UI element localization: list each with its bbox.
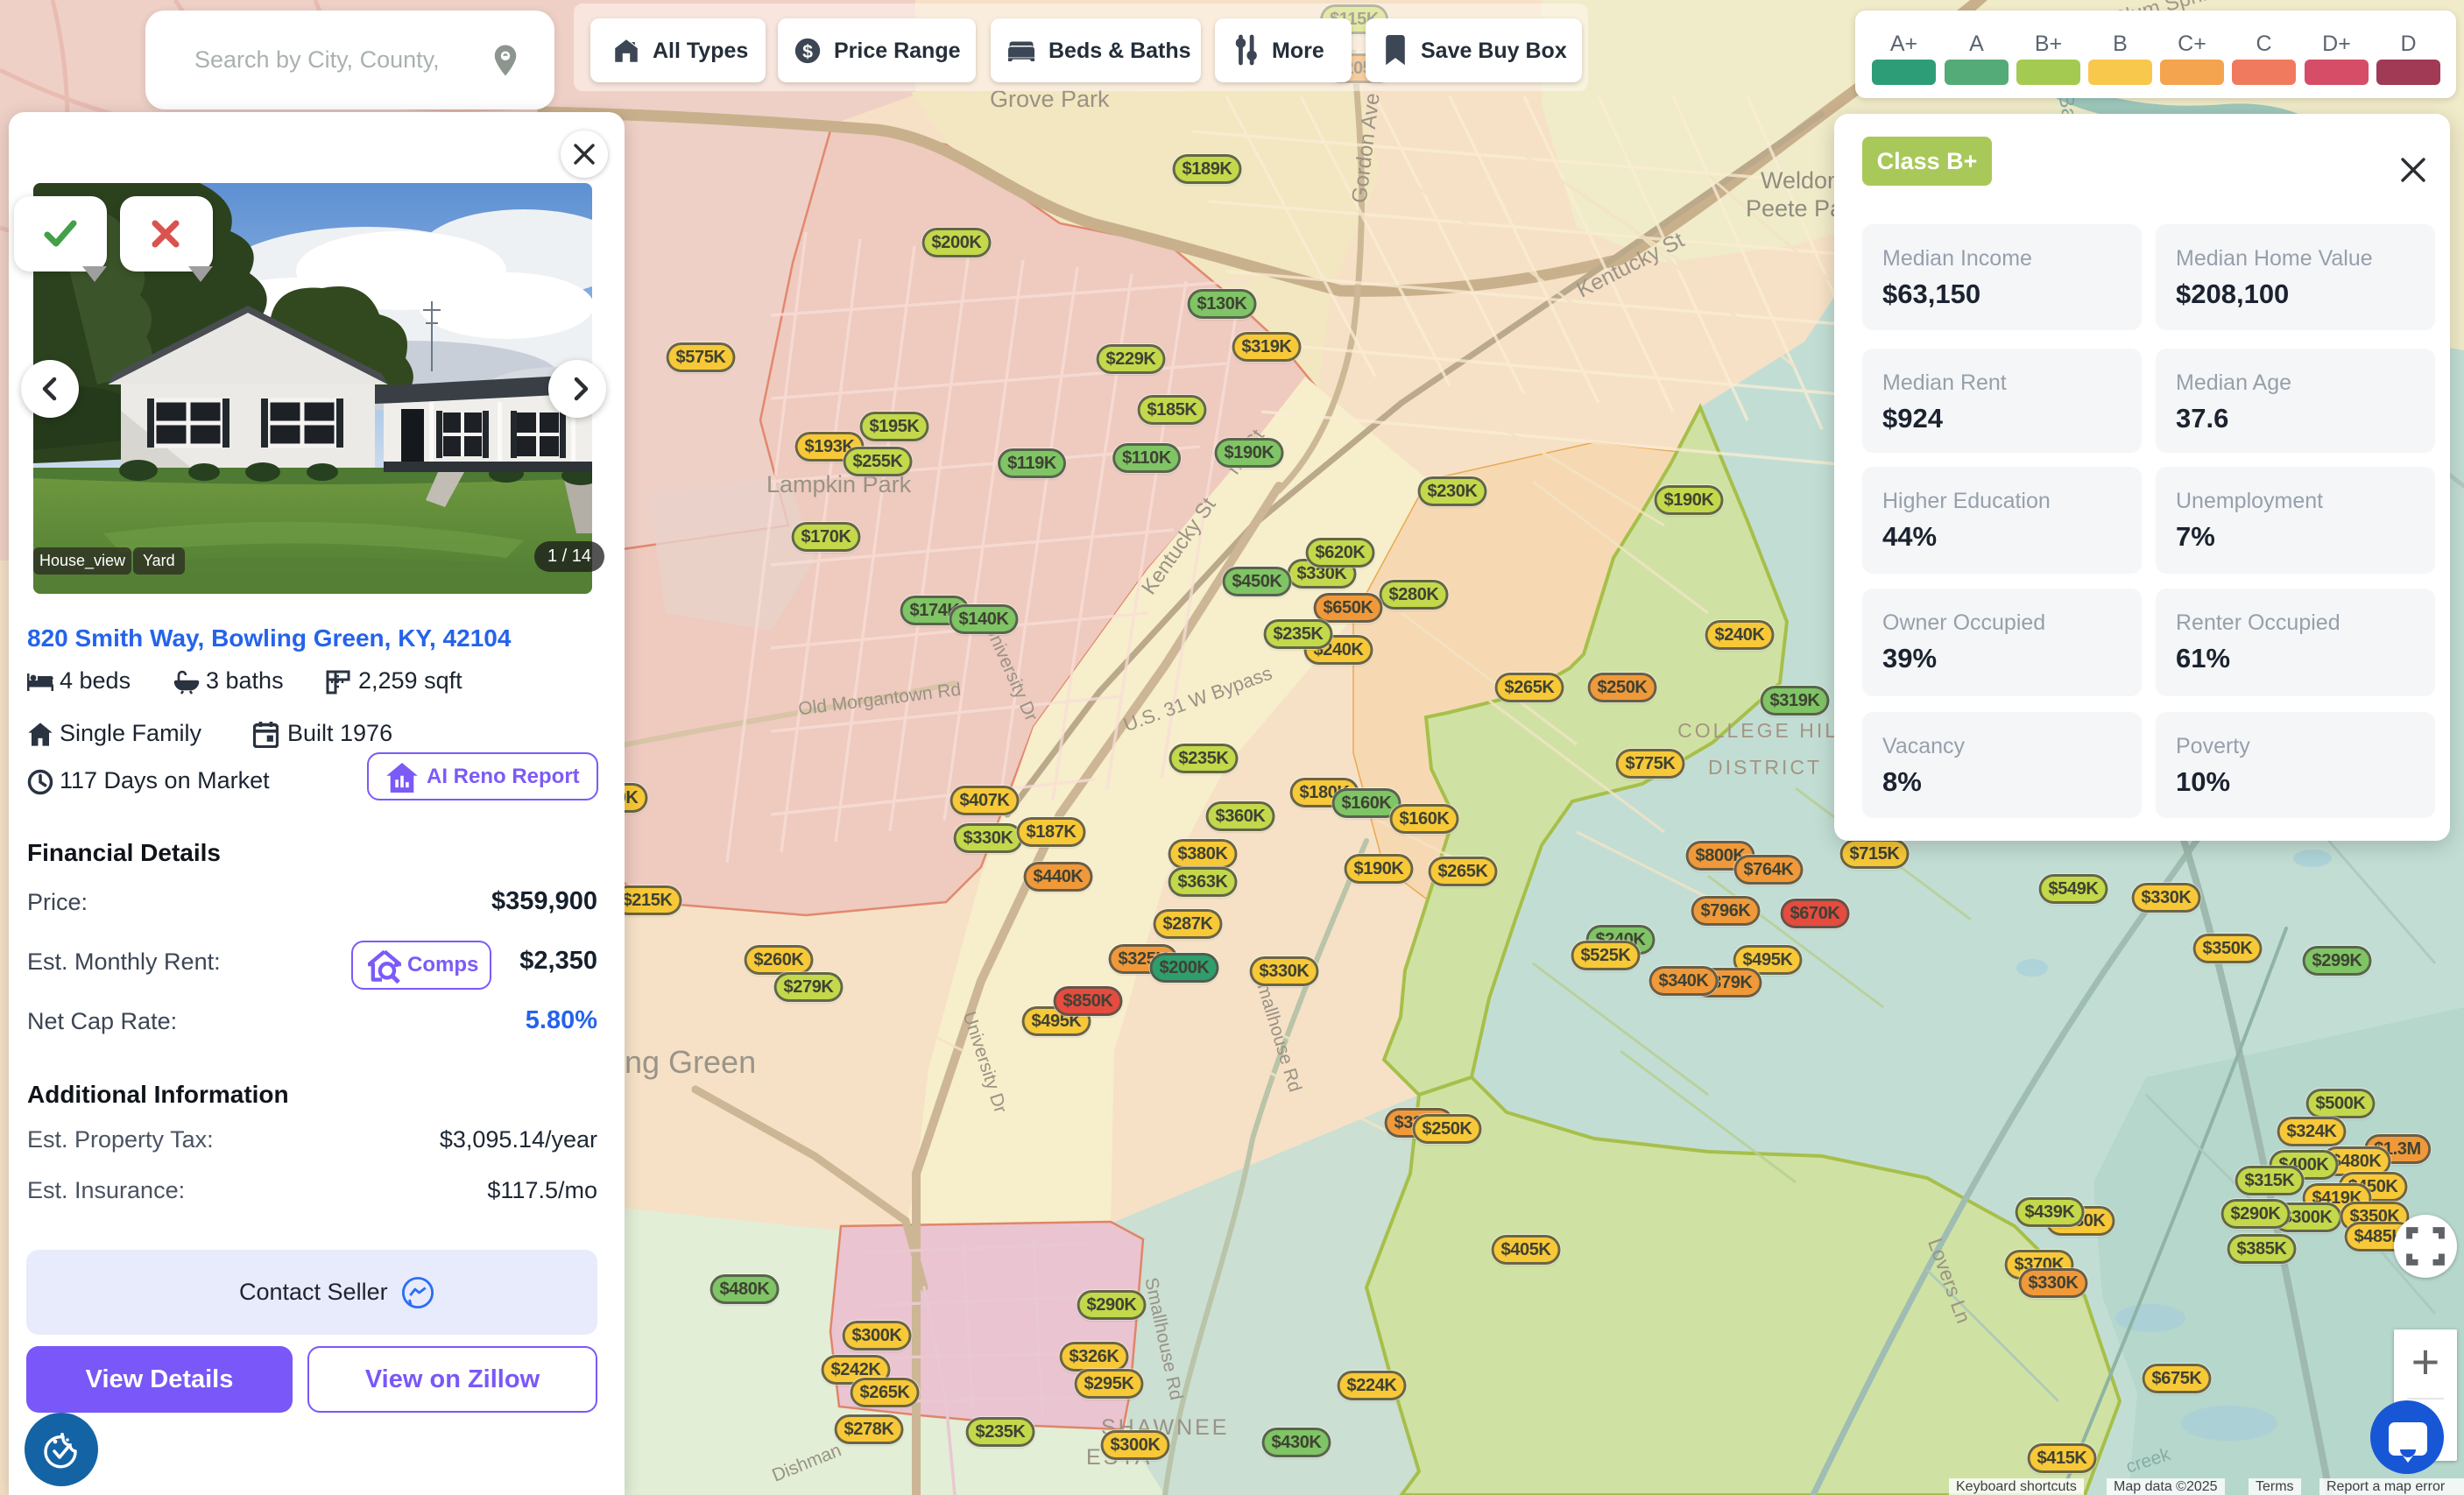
svg-text:$: $ — [802, 41, 813, 62]
svg-text:COLLEGE HILL: COLLEGE HILL — [1677, 719, 1853, 742]
svg-text:ng Green: ng Green — [625, 1044, 756, 1080]
svg-text:Peete Pa: Peete Pa — [1746, 195, 1844, 222]
svg-text:Weldon: Weldon — [1761, 167, 1840, 194]
svg-text:DISTRICT: DISTRICT — [1708, 756, 1822, 779]
